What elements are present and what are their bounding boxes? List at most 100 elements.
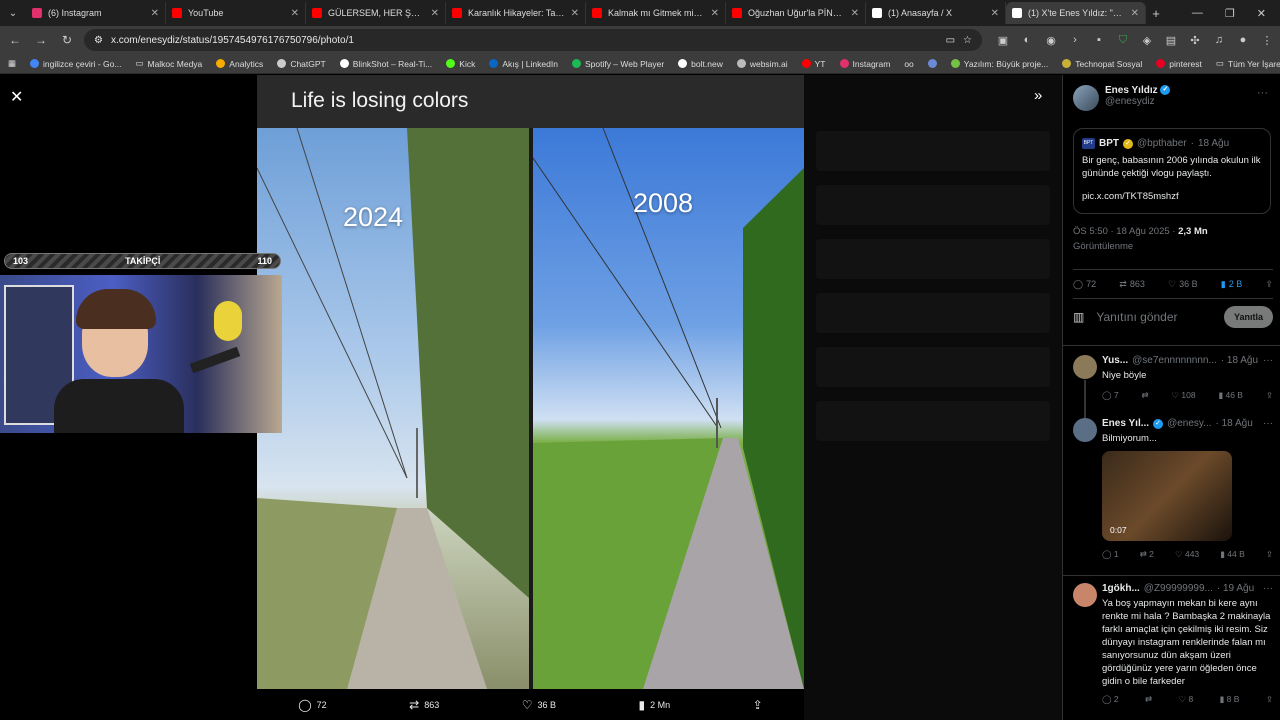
reply-author-name[interactable]: 1gökh...	[1102, 583, 1140, 594]
close-tab-icon[interactable]: ✕	[711, 8, 719, 19]
close-tab-icon[interactable]: ✕	[571, 8, 579, 19]
tab-x-post[interactable]: (1) X'te Enes Yıldız: "https://t ✕	[1006, 2, 1146, 24]
site-info-icon[interactable]: ⚙	[94, 35, 103, 46]
like-button[interactable]: ♡ 108	[1171, 390, 1195, 401]
reply-button[interactable]: ◯ 2	[1102, 694, 1119, 705]
extension-icon[interactable]: ›	[1068, 33, 1082, 47]
bookmark-item[interactable]: oo	[904, 59, 913, 69]
avatar[interactable]	[1073, 85, 1099, 111]
bookmark-folder[interactable]: ▭ Malkoc Medya	[135, 58, 202, 69]
forward-arrow-icon[interactable]: →	[32, 33, 50, 47]
reply-button[interactable]: ◯ 72	[1073, 279, 1096, 290]
share-icon[interactable]: ⇪	[1266, 390, 1273, 401]
bookmark-item[interactable]: Technopat Sosyal	[1062, 59, 1142, 69]
like-button[interactable]: ♡ 443	[1175, 549, 1199, 560]
reply-button[interactable]: ◯ 1	[1102, 549, 1119, 560]
shield-icon[interactable]: ⛉	[1116, 33, 1130, 47]
close-tab-icon[interactable]: ✕	[1131, 8, 1139, 19]
bookmark-item[interactable]: Yazılım: Büyük proje...	[950, 59, 1048, 69]
bookmark-item[interactable]: websim.ai	[736, 59, 788, 69]
reply-button[interactable]: ◯ 7	[1102, 390, 1119, 401]
share-icon[interactable]: ⇪	[1266, 694, 1273, 705]
puzzle-icon[interactable]: ✣	[1188, 33, 1202, 47]
video-thumbnail[interactable]: 0:07	[1102, 451, 1232, 541]
minimize-icon[interactable]: —	[1192, 7, 1203, 19]
repost-button[interactable]: ⇄ 863	[409, 698, 439, 712]
bookmark-button[interactable]: ▮ 2 B	[1221, 279, 1242, 290]
media-icon[interactable]: ♫	[1212, 33, 1226, 47]
close-tab-icon[interactable]: ✕	[291, 8, 299, 19]
views-button[interactable]: ▮ 8 B	[1220, 694, 1240, 705]
url-input[interactable]	[110, 34, 938, 46]
bookmark-item[interactable]: Instagram	[839, 59, 890, 69]
tab-youtube-video-3[interactable]: Kalmak mı Gitmek mi ? | Hik ✕	[586, 2, 726, 24]
views-button[interactable]: ▮ 2 Mn	[639, 698, 671, 712]
avatar[interactable]	[1073, 355, 1097, 379]
bookmark-item[interactable]: Analytics	[216, 59, 263, 69]
bookmark-item[interactable]: pinterest	[1156, 59, 1202, 69]
quote-link[interactable]: pic.x.com/TKT85mshzf	[1082, 190, 1262, 203]
extension-icon[interactable]: ◉	[1044, 33, 1058, 47]
back-arrow-icon[interactable]: ←	[6, 33, 24, 47]
more-options-icon[interactable]: ···	[1263, 583, 1273, 594]
collapse-sidebar-icon[interactable]: »	[1034, 87, 1042, 104]
bookmark-item[interactable]: Akış | LinkedIn	[489, 59, 558, 69]
post-photo[interactable]: Life is losing colors 2024 2008	[257, 75, 804, 689]
like-button[interactable]: ♡ 8	[1179, 694, 1194, 705]
extension-icon[interactable]: ◐	[1020, 33, 1034, 47]
bookmark-item[interactable]: BlinkShot – Real-Ti...	[339, 59, 432, 69]
reply-item[interactable]: 1gökh... @Z99999999... · 19 Ağu ··· Ya boş …	[1073, 583, 1273, 705]
bookmark-item[interactable]: ChatGPT	[277, 59, 326, 69]
reply-author-name[interactable]: Enes Yıl...	[1102, 418, 1149, 429]
post-author[interactable]: Enes Yıldız ✓ @enesydiz	[1073, 85, 1171, 111]
reply-composer[interactable]: ▥ Yanıtını gönder Yanıtla	[1073, 303, 1273, 331]
share-button[interactable]: ⇪	[753, 698, 763, 712]
close-tab-icon[interactable]: ✕	[151, 8, 159, 19]
repost-button[interactable]: ⇄ 2	[1140, 549, 1154, 560]
repost-icon[interactable]: ⇄	[1141, 390, 1148, 401]
author-handle[interactable]: @enesydiz	[1105, 96, 1170, 107]
tab-x-home[interactable]: (1) Anasayfa / X ✕	[866, 2, 1006, 24]
more-options-icon[interactable]: ···	[1263, 355, 1273, 366]
maximize-icon[interactable]: ❐	[1225, 7, 1235, 20]
tab-youtube-video-2[interactable]: Karanlık Hikayeler: Tarsus Ka ✕	[446, 2, 586, 24]
tab-youtube-video-1[interactable]: GÜLERSEM, HER ŞEY BİTERİ ✕	[306, 2, 446, 24]
tab-youtube[interactable]: YouTube ✕	[166, 2, 306, 24]
close-tab-icon[interactable]: ✕	[431, 8, 439, 19]
all-bookmarks-folder[interactable]: ▭Tüm Yer İşaretleri	[1216, 58, 1280, 69]
cast-icon[interactable]: ▭	[946, 35, 955, 46]
reply-item[interactable]: Enes Yıl... ✓ @enesy... · 18 Ağu ··· Bilmiyo…	[1073, 418, 1273, 560]
bookmark-item[interactable]: Spotify – Web Player	[571, 59, 664, 69]
bookmark-item[interactable]	[927, 59, 937, 68]
extension-icon[interactable]: ▣	[996, 33, 1010, 47]
extension-icon[interactable]: ▤	[1164, 33, 1178, 47]
extension-icon[interactable]: ▪	[1092, 33, 1106, 47]
more-options-icon[interactable]: ···	[1263, 418, 1273, 429]
share-icon[interactable]: ⇪	[1266, 549, 1273, 560]
repost-icon[interactable]: ⇄	[1145, 694, 1152, 705]
bookmark-item[interactable]: Kick	[446, 59, 475, 69]
avatar[interactable]	[1073, 583, 1097, 607]
bookmark-star-icon[interactable]: ☆	[963, 35, 972, 46]
post-timestamp[interactable]: ÖS 5:50 · 18 Ağu 2025 ·	[1073, 226, 1178, 237]
reply-item[interactable]: Yus... @se7ennnnnnnn... · 18 Ağu ··· Niye b…	[1073, 355, 1273, 401]
close-tab-icon[interactable]: ✕	[991, 8, 999, 19]
extension-icon[interactable]: ◈	[1140, 33, 1154, 47]
reload-icon[interactable]: ↻	[58, 33, 76, 47]
more-options-icon[interactable]: ···	[1257, 87, 1268, 99]
bookmark-item[interactable]: ingilizce çeviri - Go...	[30, 59, 121, 69]
like-button[interactable]: ♡ 36 B	[1168, 279, 1198, 290]
reply-submit-button[interactable]: Yanıtla	[1223, 306, 1273, 328]
tab-youtube-video-4[interactable]: Oğuzhan Uğur'la PİNÇ: Bölü ✕	[726, 2, 866, 24]
new-tab-button[interactable]: +	[1146, 6, 1166, 21]
reply-button[interactable]: ◯ 72	[298, 698, 326, 712]
menu-dots-icon[interactable]: ⋮	[1260, 33, 1274, 47]
close-tab-icon[interactable]: ✕	[851, 8, 859, 19]
author-name[interactable]: Enes Yıldız	[1105, 85, 1158, 96]
tab-search-button[interactable]: ⌄	[0, 0, 26, 26]
reply-input[interactable]: Yanıtını gönder	[1096, 310, 1177, 324]
close-window-icon[interactable]: ✕	[1257, 7, 1266, 20]
close-viewer-icon[interactable]: ✕	[10, 87, 23, 107]
views-button[interactable]: ▮ 46 B	[1218, 390, 1243, 401]
views-button[interactable]: ▮ 44 B	[1220, 549, 1245, 560]
